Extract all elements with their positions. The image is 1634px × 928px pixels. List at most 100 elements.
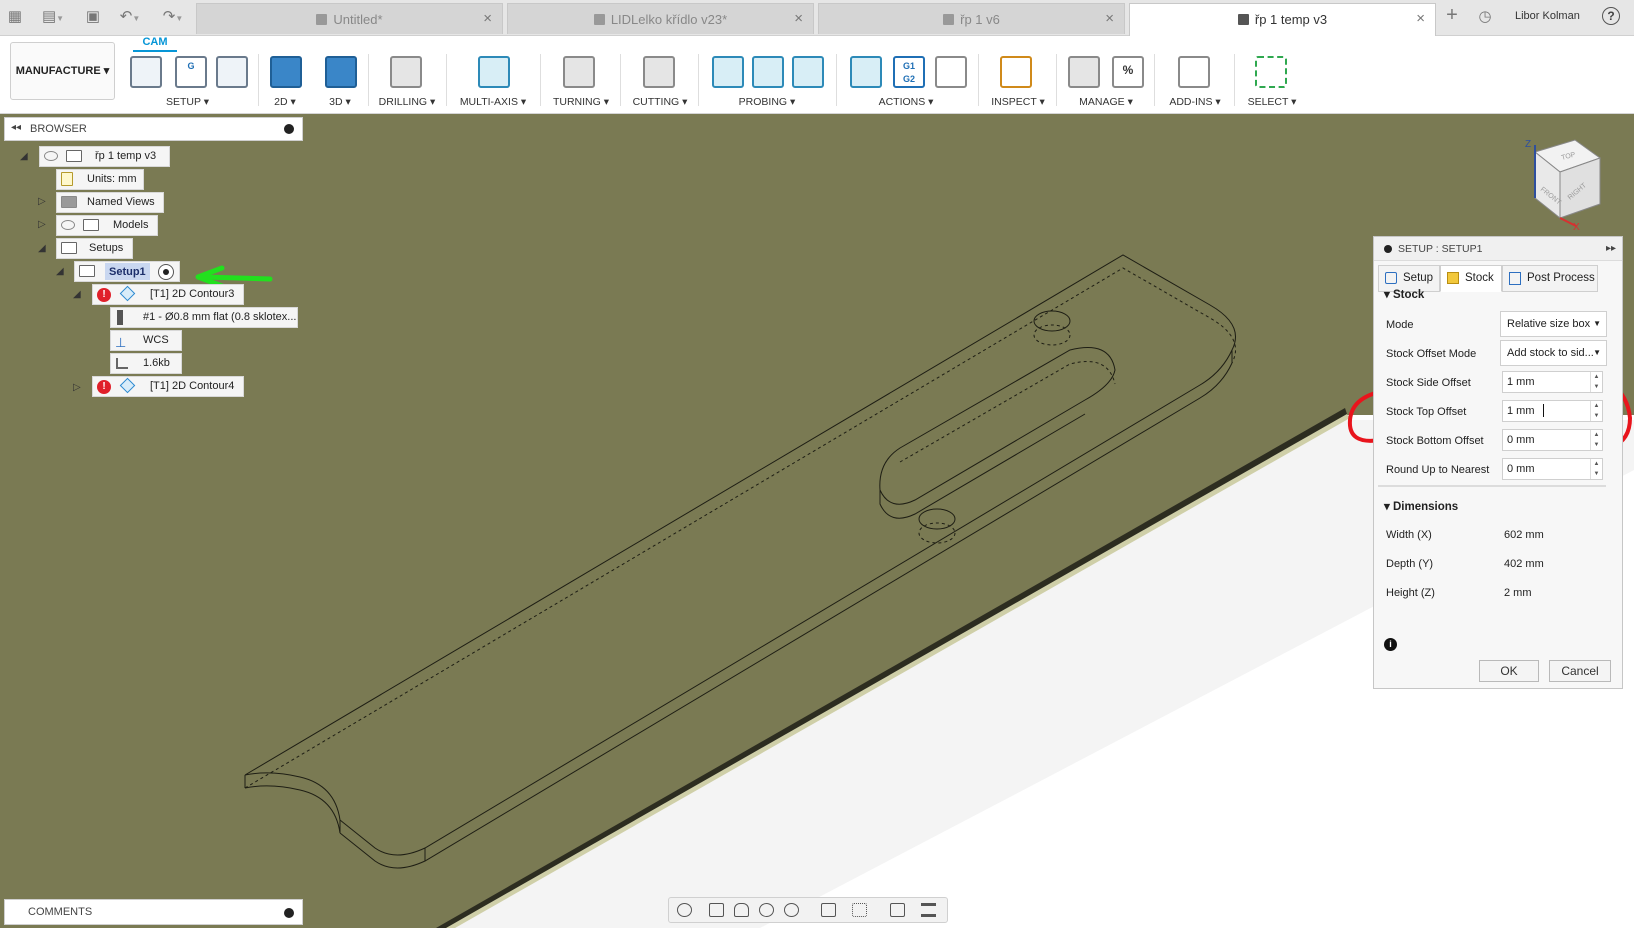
help-icon[interactable]: ?	[1602, 7, 1620, 25]
browser-setups-node[interactable]: Setups	[56, 238, 133, 259]
mode-dropdown[interactable]: Relative size box ▼	[1500, 311, 1607, 337]
pan-icon[interactable]	[734, 903, 749, 917]
3d-group-label[interactable]: 3D ▾	[317, 96, 363, 108]
probe-wcs-icon[interactable]	[712, 56, 744, 88]
fit-icon[interactable]	[784, 903, 799, 917]
select-group-label[interactable]: SELECT ▾	[1240, 96, 1304, 108]
turning-icon[interactable]	[563, 56, 595, 88]
browser-setup1-node[interactable]: Setup1	[74, 261, 180, 282]
tab-cam[interactable]: CAM	[133, 36, 177, 50]
expand-contour4-icon[interactable]: ▷	[73, 382, 81, 393]
close-icon[interactable]: ×	[1105, 10, 1114, 27]
setup-group-label[interactable]: SETUP ▾	[150, 96, 225, 108]
info-icon[interactable]: i	[1384, 638, 1397, 651]
tab-untitled[interactable]: Untitled* ×	[196, 3, 503, 34]
save-icon[interactable]: ▣	[83, 7, 103, 27]
activate-target-icon[interactable]	[158, 264, 174, 280]
orbit-icon[interactable]	[677, 903, 692, 917]
cancel-button[interactable]: Cancel	[1549, 660, 1611, 682]
tool-library-icon[interactable]	[1068, 56, 1100, 88]
browser-options-icon[interactable]	[284, 124, 294, 134]
templates-icon[interactable]: %	[1112, 56, 1144, 88]
new-tab-icon[interactable]: +	[1440, 5, 1464, 25]
dimensions-section-header[interactable]: ▾ Dimensions	[1384, 499, 1458, 513]
simulate-icon[interactable]	[850, 56, 882, 88]
clock-icon[interactable]: ◷	[1475, 7, 1495, 27]
tab-post-process[interactable]: Post Process	[1502, 265, 1598, 292]
browser-tool-node[interactable]: #1 - Ø0.8 mm flat (0.8 sklotex...	[110, 307, 298, 328]
add-comment-icon[interactable]	[284, 908, 294, 918]
measure-icon[interactable]	[1000, 56, 1032, 88]
dialog-titlebar[interactable]: SETUP : SETUP1 ▸▸	[1374, 237, 1622, 261]
look-at-icon[interactable]	[709, 903, 724, 917]
expand-named-views-icon[interactable]: ▷	[38, 196, 46, 207]
browser-contour3-node[interactable]: ! [T1] 2D Contour3	[92, 284, 244, 305]
cutting-icon[interactable]	[643, 56, 675, 88]
multi-axis-group-label[interactable]: MULTI-AXIS ▾	[452, 96, 534, 108]
expand-root-icon[interactable]: ◢	[20, 151, 28, 162]
stock-section-header[interactable]: ▾ Stock	[1384, 287, 1424, 301]
stock-bottom-offset-input[interactable]: 0 mm ▲ ▼	[1502, 429, 1603, 451]
stock-side-offset-input[interactable]: 1 mm ▲ ▼	[1502, 371, 1603, 393]
browser-contour4-node[interactable]: ! [T1] 2D Contour4	[92, 376, 244, 397]
undo-icon[interactable]: ↶▼	[115, 7, 145, 29]
probe-surface-icon[interactable]	[792, 56, 824, 88]
browser-wcs-node[interactable]: ⊥ WCS	[110, 330, 182, 351]
actions-group-label[interactable]: ACTIONS ▾	[868, 96, 944, 108]
expand-setup1-icon[interactable]: ◢	[56, 266, 64, 277]
drilling-group-label[interactable]: DRILLING ▾	[372, 96, 442, 108]
probe-geometry-icon[interactable]	[752, 56, 784, 88]
expand-setups-icon[interactable]: ◢	[38, 243, 46, 254]
3d-milling-icon[interactable]	[325, 56, 357, 88]
manage-group-label[interactable]: MANAGE ▾	[1068, 96, 1144, 108]
add-ins-group-label[interactable]: ADD-INS ▾	[1160, 96, 1230, 108]
multi-axis-icon[interactable]	[478, 56, 510, 88]
drill-icon[interactable]	[390, 56, 422, 88]
inspect-group-label[interactable]: INSPECT ▾	[984, 96, 1052, 108]
2d-group-label[interactable]: 2D ▾	[262, 96, 308, 108]
grid-settings-icon[interactable]	[852, 903, 867, 917]
open-folder-icon[interactable]	[216, 56, 248, 88]
zoom-icon[interactable]	[759, 903, 774, 917]
workspace-switcher[interactable]: MANUFACTURE ▾	[10, 42, 115, 100]
dialog-options-icon[interactable]	[1384, 245, 1392, 253]
round-up-input[interactable]: 0 mm ▲ ▼	[1502, 458, 1603, 480]
browser-root-node[interactable]: řp 1 temp v3	[39, 146, 170, 167]
expand-contour3-icon[interactable]: ◢	[73, 289, 81, 300]
environment-icon[interactable]	[921, 903, 936, 917]
tab-rp1-temp-v3[interactable]: řp 1 temp v3 ×	[1129, 3, 1436, 36]
probing-group-label[interactable]: PROBING ▾	[730, 96, 804, 108]
close-icon[interactable]: ×	[794, 10, 803, 27]
scripts-addins-icon[interactable]	[1178, 56, 1210, 88]
comments-panel[interactable]: COMMENTS	[4, 899, 303, 925]
expand-models-icon[interactable]: ▷	[38, 219, 46, 230]
tab-stock[interactable]: Stock	[1440, 265, 1502, 292]
close-icon[interactable]: ×	[483, 10, 492, 27]
browser-panel-header[interactable]: ◂◂ BROWSER	[4, 117, 303, 141]
user-name[interactable]: Libor Kolman	[1515, 10, 1580, 22]
tab-lidlelko[interactable]: LIDLelko křídlo v23* ×	[507, 3, 814, 34]
collapse-panel-icon[interactable]: ◂◂	[11, 122, 21, 133]
browser-units-node[interactable]: Units: mm	[56, 169, 144, 190]
browser-models-node[interactable]: Models	[56, 215, 158, 236]
tab-rp1-v6[interactable]: řp 1 v6 ×	[818, 3, 1125, 34]
redo-icon[interactable]: ↷▼	[158, 7, 188, 29]
ok-button[interactable]: OK	[1479, 660, 1539, 682]
nc-program-icon[interactable]: G	[175, 56, 207, 88]
cutting-group-label[interactable]: CUTTING ▾	[626, 96, 694, 108]
file-menu-icon[interactable]: ▤▼	[38, 7, 68, 29]
visibility-eye-icon[interactable]	[61, 220, 75, 230]
spinner-icon[interactable]: ▲ ▼	[1590, 372, 1602, 392]
expand-dialog-icon[interactable]: ▸▸	[1606, 237, 1616, 261]
setup-sheet-icon[interactable]	[935, 56, 967, 88]
turning-group-label[interactable]: TURNING ▾	[546, 96, 616, 108]
browser-nc-size-node[interactable]: 1.6kb	[110, 353, 182, 374]
close-icon[interactable]: ×	[1416, 10, 1425, 27]
display-settings-icon[interactable]	[821, 903, 836, 917]
2d-milling-icon[interactable]	[270, 56, 302, 88]
window-select-icon[interactable]	[1255, 56, 1287, 88]
spinner-icon[interactable]: ▲ ▼	[1590, 430, 1602, 450]
setup-folder-icon[interactable]	[130, 56, 162, 88]
visibility-eye-icon[interactable]	[44, 151, 58, 161]
viewports-icon[interactable]	[890, 903, 905, 917]
